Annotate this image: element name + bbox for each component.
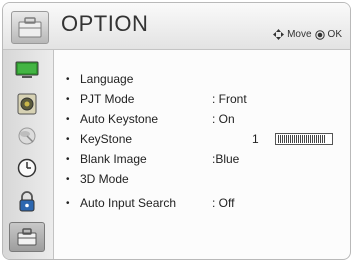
slider-tick xyxy=(313,135,315,143)
toolbox-icon xyxy=(17,228,37,246)
menu-item-label: KeyStone xyxy=(80,132,133,146)
menu-item-value: :Blue xyxy=(212,152,240,166)
option-menu-window: OPTION Move OK • Language • PJT Mode: F… xyxy=(2,2,351,260)
slider-tick xyxy=(279,135,281,143)
sidebar-item-channel[interactable] xyxy=(10,122,44,150)
category-sidebar xyxy=(3,50,54,259)
keystone-slider[interactable] xyxy=(274,133,333,145)
slider-tick xyxy=(303,135,305,143)
slider-tick xyxy=(309,135,311,143)
menu-item-label: Auto Input Search xyxy=(80,196,177,210)
bullet: • xyxy=(66,153,70,165)
slider-tick xyxy=(301,135,303,143)
bullet: • xyxy=(66,173,70,185)
toolbox-icon xyxy=(11,11,49,44)
slider-tick xyxy=(315,135,317,143)
ok-button-icon xyxy=(314,29,325,40)
slider-tick xyxy=(277,135,279,143)
menu-item-auto-keystone[interactable]: • Auto Keystone : On xyxy=(66,109,346,129)
menu-item-language[interactable]: • Language xyxy=(66,69,346,89)
option-list: • Language • PJT Mode : Front • Auto Key… xyxy=(54,50,350,259)
slider-tick xyxy=(299,135,301,143)
clock-icon xyxy=(17,158,37,178)
menu-item-pjt-mode[interactable]: • PJT Mode : Front xyxy=(66,89,346,109)
menu-item-label: Auto Keystone xyxy=(80,112,159,126)
move-arrows-icon xyxy=(273,29,285,40)
slider-tick xyxy=(291,135,293,143)
bullet: • xyxy=(66,133,70,145)
hint-move-label: Move xyxy=(287,29,312,40)
menu-item-value: : On xyxy=(212,112,235,126)
page-title: OPTION xyxy=(61,11,149,36)
keystone-value: 1 xyxy=(252,132,259,146)
sidebar-item-picture[interactable] xyxy=(10,56,44,84)
sidebar-item-lock[interactable] xyxy=(10,188,44,216)
slider-tick xyxy=(307,135,309,143)
menu-item-keystone[interactable]: • KeyStone 1 xyxy=(66,129,346,149)
bullet: • xyxy=(66,113,70,125)
bullet: • xyxy=(66,197,70,209)
slider-tick xyxy=(297,135,299,143)
slider-tick xyxy=(317,135,319,143)
menu-item-label: 3D Mode xyxy=(80,172,129,186)
satellite-dish-icon xyxy=(18,127,36,145)
sidebar-item-time[interactable] xyxy=(10,154,44,182)
bullet: • xyxy=(66,93,70,105)
slider-tick xyxy=(293,135,295,143)
sidebar-item-audio[interactable] xyxy=(10,90,44,118)
slider-tick xyxy=(311,135,313,143)
keystone-control: 1 xyxy=(252,129,333,149)
navigation-hint: Move OK xyxy=(273,29,342,40)
slider-tick xyxy=(289,135,291,143)
sidebar-item-option[interactable] xyxy=(9,222,45,252)
menu-item-value: : Front xyxy=(212,92,247,106)
hint-ok-label: OK xyxy=(327,29,342,40)
slider-tick xyxy=(323,135,325,143)
slider-tick xyxy=(305,135,307,143)
menu-item-auto-input-search[interactable]: • Auto Input Search : Off xyxy=(66,193,346,213)
menu-item-label: Language xyxy=(80,72,134,86)
slider-tick xyxy=(281,135,283,143)
slider-tick xyxy=(321,135,323,143)
lock-icon xyxy=(19,191,35,212)
slider-tick xyxy=(283,135,285,143)
menu-header: OPTION Move OK xyxy=(3,3,350,50)
slider-tick xyxy=(295,135,297,143)
menu-item-3d-mode[interactable]: • 3D Mode xyxy=(66,169,346,189)
menu-item-blank-image[interactable]: • Blank Image :Blue xyxy=(66,149,346,169)
menu-item-value: : Off xyxy=(212,196,235,210)
menu-item-label: PJT Mode xyxy=(80,92,135,106)
bullet: • xyxy=(66,73,70,85)
monitor-icon xyxy=(15,61,39,78)
speaker-icon xyxy=(17,93,37,115)
slider-tick xyxy=(319,135,321,143)
slider-tick xyxy=(285,135,287,143)
slider-tick xyxy=(287,135,289,143)
menu-item-label: Blank Image xyxy=(80,152,147,166)
